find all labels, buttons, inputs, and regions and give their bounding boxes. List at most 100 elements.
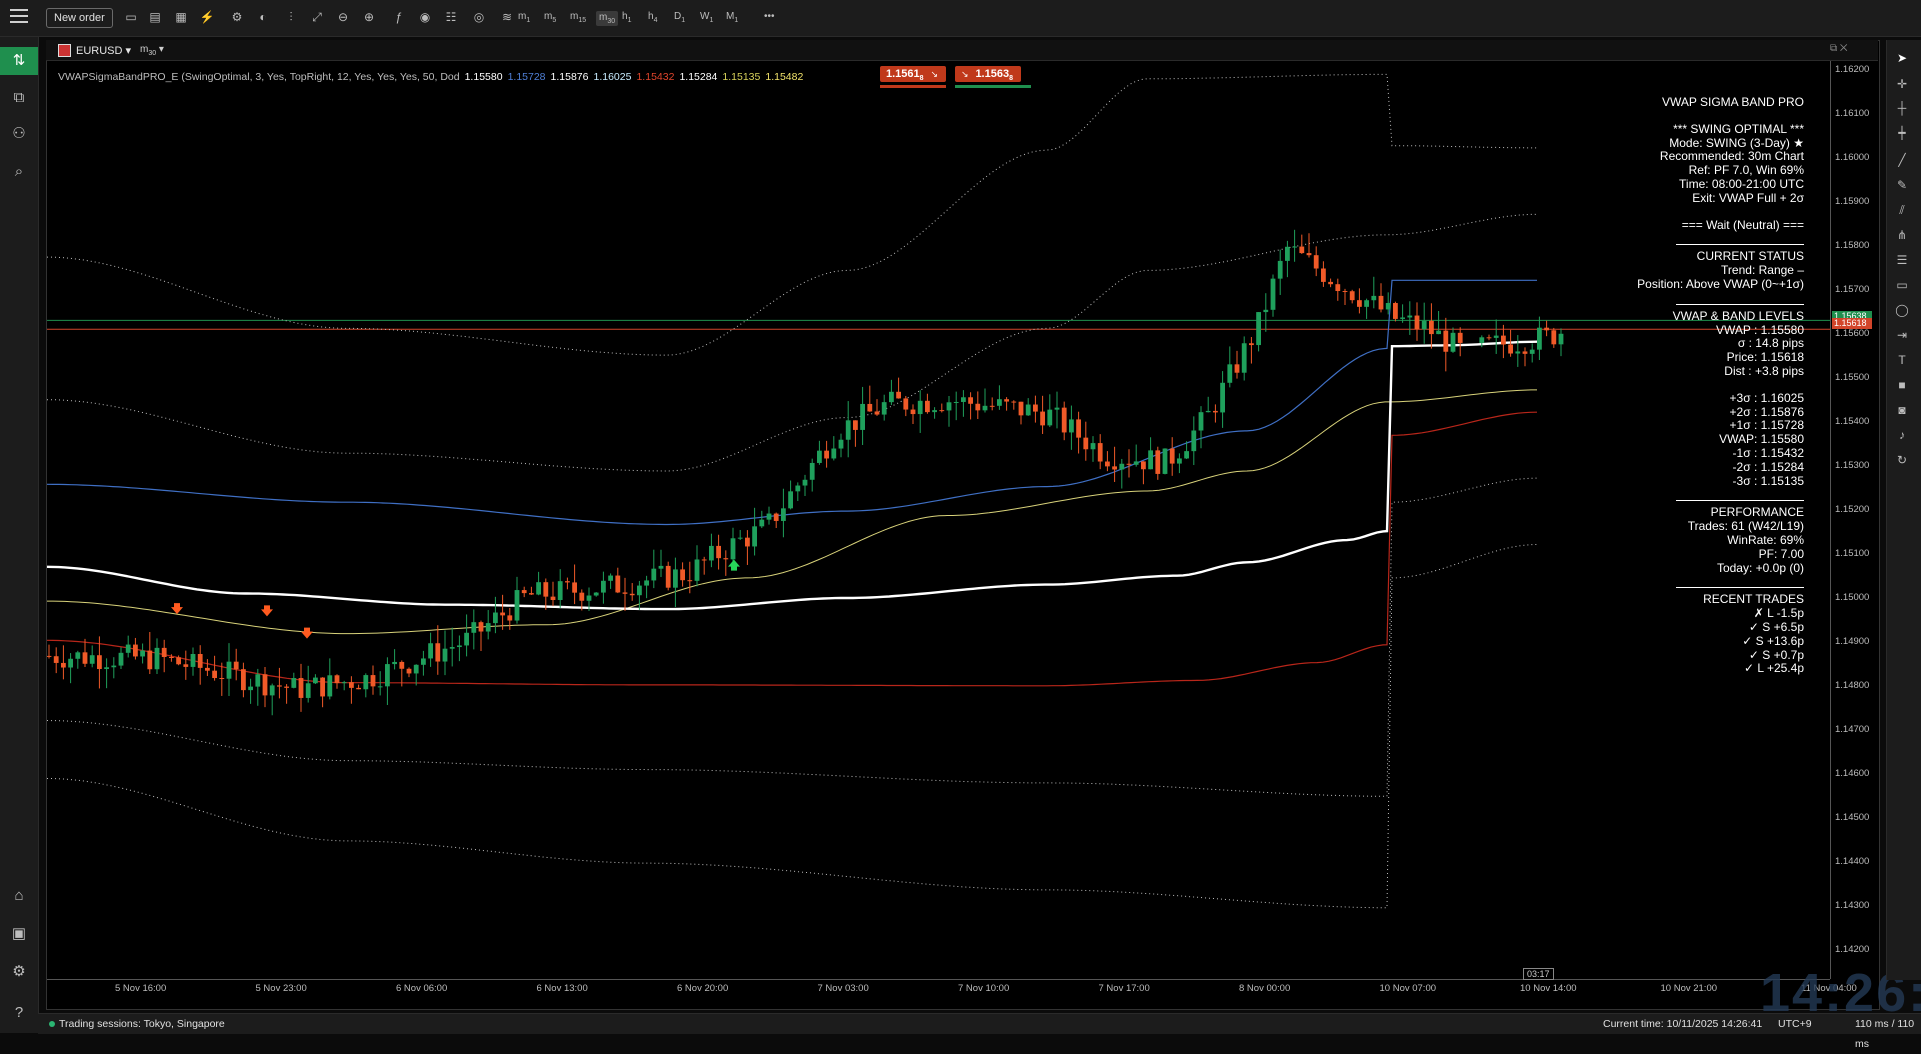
timeframe-m15[interactable]: m15: [570, 11, 586, 24]
candle-body: [356, 687, 361, 690]
robot-icon[interactable]: ☷: [442, 9, 460, 25]
candle-body: [277, 685, 282, 687]
copy-icon[interactable]: ⧉: [9, 88, 29, 108]
recent-title: RECENT TRADES: [1703, 592, 1804, 607]
auto-scroll-icon[interactable]: ⤢: [308, 9, 326, 25]
plus3-text: +3σ : 1.16025: [1729, 390, 1804, 405]
candle-body: [1421, 320, 1427, 330]
indicators-icon[interactable]: ƒ: [390, 9, 408, 25]
square-icon[interactable]: ■: [1894, 377, 1910, 393]
time-axis[interactable]: 5 Nov 16:00 5 Nov 23:00 6 Nov 06:00 6 Nov 1…: [47, 979, 1857, 998]
trade-watchlist-icon[interactable]: ⇅: [0, 47, 38, 75]
price-label: 1.15700: [1835, 284, 1870, 295]
eye-icon[interactable]: ◎: [470, 9, 488, 25]
candles-icon[interactable]: ⫶: [282, 9, 300, 25]
automate-icon[interactable]: ⚇: [9, 124, 29, 144]
candle-body: [557, 581, 563, 601]
help-icon[interactable]: ?: [9, 1003, 29, 1023]
candle-body: [75, 652, 81, 659]
store-icon[interactable]: ⌂: [9, 886, 29, 906]
candle-body: [1277, 260, 1283, 279]
ellipse-icon[interactable]: ◯: [1894, 302, 1910, 318]
camera-icon[interactable]: ◙: [1894, 402, 1910, 418]
layout-icon[interactable]: ▤: [146, 9, 164, 25]
pen-icon[interactable]: ✎: [1894, 177, 1910, 193]
alert-icon[interactable]: ◉: [416, 9, 434, 25]
timeframe-W1[interactable]: W1: [700, 11, 713, 24]
rectangle-icon[interactable]: ▭: [1894, 277, 1910, 293]
timeframe-m30[interactable]: m30: [596, 11, 619, 26]
candle-body: [665, 565, 671, 588]
timeframe-M1[interactable]: M1: [726, 11, 738, 24]
chart-window-icon[interactable]: ▭: [122, 9, 140, 25]
candle-body: [1054, 407, 1060, 410]
price-chart[interactable]: [47, 61, 1830, 979]
candle-body: [212, 670, 217, 679]
timeframe-h1[interactable]: h1: [622, 11, 631, 24]
chart-tabbar: [46, 40, 1878, 61]
candle-body: [1529, 349, 1535, 354]
zoom-in-icon[interactable]: ⊕: [360, 9, 378, 25]
cursor-icon[interactable]: ➤: [1894, 50, 1910, 66]
candle-body: [1544, 327, 1549, 331]
algo-icon[interactable]: ⚡: [198, 9, 216, 25]
candle-body: [377, 686, 383, 688]
time-label: 10 Nov 07:00: [1379, 983, 1437, 994]
vertical-line-icon[interactable]: ┼: [1894, 100, 1910, 116]
winrate-text: WinRate: 69%: [1727, 532, 1804, 547]
candle-body: [1479, 337, 1485, 343]
timeframe-h4[interactable]: h4: [648, 11, 657, 24]
channel-icon[interactable]: ⫽: [1894, 202, 1910, 218]
window-controls[interactable]: ⧉ ✕: [1830, 43, 1848, 54]
candle-body: [701, 559, 707, 561]
time-label: 6 Nov 06:00: [396, 983, 448, 994]
trend-line-icon[interactable]: ╱: [1894, 152, 1910, 168]
candle-body: [824, 450, 829, 459]
candle-body: [579, 592, 585, 601]
horizontal-line-icon[interactable]: ┿: [1894, 125, 1910, 141]
gear-icon[interactable]: ⚙: [9, 962, 29, 982]
sell-button[interactable]: 1.15618 ↘: [880, 66, 946, 82]
grid-icon[interactable]: ▦: [172, 9, 190, 25]
buy-button[interactable]: ↘ 1.15638: [955, 66, 1021, 82]
new-order-button[interactable]: New order: [46, 8, 113, 28]
trading-sessions[interactable]: Trading sessions: Tokyo, Singapore: [59, 1014, 225, 1034]
candle-body: [795, 485, 801, 492]
timeframe-selector[interactable]: m30 ▾: [140, 44, 164, 57]
menu-icon[interactable]: [10, 9, 28, 23]
timeframe-m5[interactable]: m5: [544, 11, 556, 24]
text-icon[interactable]: T: [1894, 352, 1910, 368]
indicator-legend[interactable]: VWAPSigmaBandPRO_E (SwingOptimal, 3, Yes…: [58, 71, 813, 83]
fibonacci-icon[interactable]: ☰: [1894, 252, 1910, 268]
timeframe-m1[interactable]: m1: [518, 11, 530, 24]
calendar-icon[interactable]: ▣: [9, 924, 29, 944]
buy-bar: [955, 85, 1031, 88]
candle-body: [1457, 332, 1463, 343]
candle-body: [1285, 246, 1290, 261]
settings-icon[interactable]: ⚙: [228, 9, 246, 25]
replay-icon[interactable]: ↻: [1894, 452, 1910, 468]
price-axis[interactable]: 1.16200 1.16100 1.16000 1.15900 1.15800 1.157…: [1830, 61, 1879, 979]
crosshair-icon[interactable]: ✛: [1894, 76, 1910, 92]
candle-body: [255, 674, 261, 687]
time-label: 7 Nov 03:00: [817, 983, 869, 994]
symbol-selector[interactable]: EURUSD ▾: [76, 44, 131, 57]
pitchfork-icon[interactable]: ⋔: [1894, 227, 1910, 243]
indicator-label: VWAPSigmaBandPRO_E (SwingOptimal, 3, Yes…: [58, 71, 460, 83]
candle-body: [1083, 437, 1089, 450]
bell-icon[interactable]: ♪: [1894, 427, 1910, 443]
layers-icon[interactable]: ≋: [498, 9, 516, 25]
candle-body: [68, 658, 73, 668]
analyze-icon[interactable]: ⌕: [9, 162, 29, 182]
price-label: 1.14600: [1835, 768, 1870, 779]
candle-body: [1090, 443, 1096, 450]
more-icon[interactable]: •••: [764, 11, 775, 22]
timeframe-D1[interactable]: D1: [674, 11, 685, 24]
arrow-icon[interactable]: ⇥: [1894, 327, 1910, 343]
palette-icon[interactable]: ◐: [254, 9, 272, 25]
candle-body: [586, 595, 592, 601]
candle-body: [1234, 364, 1240, 373]
zoom-out-icon[interactable]: ⊖: [334, 9, 352, 25]
candle-body: [205, 667, 210, 671]
timezone[interactable]: UTC+9: [1778, 1014, 1812, 1034]
